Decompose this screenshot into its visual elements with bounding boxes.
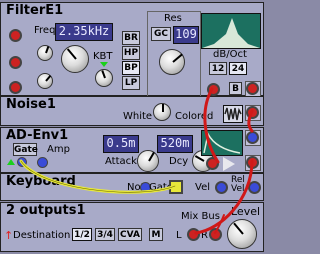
res-label: Res	[164, 13, 182, 24]
left-channel-label: L	[176, 230, 182, 241]
right-channel-label: R	[201, 230, 208, 241]
keyboard-gate-jack[interactable]	[169, 180, 183, 194]
attack-label: Attack	[105, 156, 137, 167]
noise-output-box	[245, 105, 261, 121]
slope-24-button[interactable]: 24	[229, 62, 247, 75]
knob-pointer	[66, 48, 77, 60]
gate-arrow-icon	[7, 159, 15, 165]
adenv-audio-output-box	[245, 155, 261, 171]
noise-color-knob[interactable]	[153, 103, 171, 121]
amp-label: Amp	[47, 144, 70, 155]
level-knob[interactable]	[227, 219, 257, 249]
knob-pointer	[45, 46, 50, 54]
rel-vel-label: Rel Vel	[231, 175, 245, 194]
rel-vel-output-jack[interactable]	[248, 181, 261, 194]
slope-12-button[interactable]: 12	[209, 62, 227, 75]
gate-button[interactable]: Gate	[13, 143, 38, 156]
filter-input-jack-1[interactable]	[9, 29, 22, 42]
attack-display: 0.5m	[103, 135, 139, 153]
amp-input-jack[interactable]	[37, 157, 48, 168]
adenv-module: AD-Env1 Gate Amp 0.5m Attack 520m Dcy	[0, 127, 264, 173]
filter-curve-icon	[202, 18, 260, 48]
vel-label: Vel	[195, 182, 210, 193]
filter-input-jack-2[interactable]	[9, 56, 22, 69]
adenv-audio-input-jack[interactable]	[206, 157, 219, 170]
mix-bus-label: Mix Bus	[181, 211, 220, 222]
noise-title: Noise1	[6, 97, 56, 112]
adenv-audio-output-jack[interactable]	[246, 156, 259, 169]
envelope-curve-icon	[203, 131, 241, 154]
knob-pointer	[233, 222, 244, 235]
mode-hp-button[interactable]: HP	[122, 46, 140, 60]
noise-output-jack[interactable]	[246, 106, 259, 119]
keyboard-title: Keyboard	[6, 174, 76, 189]
attack-knob[interactable]	[137, 150, 159, 172]
mute-button[interactable]: M	[149, 228, 163, 241]
adenv-title: AD-Env1	[6, 128, 69, 143]
freq-label: Freq	[34, 25, 56, 36]
noise-wave-icon	[224, 107, 242, 121]
freq-display: 2.35kHz	[55, 23, 113, 41]
kbt-indicator-icon	[100, 62, 108, 67]
res-knob[interactable]	[159, 49, 185, 75]
mode-bp-button[interactable]: BP	[122, 61, 140, 75]
filter-input-jack-3[interactable]	[9, 81, 22, 94]
adenv-play-icon	[223, 157, 235, 171]
keyboard-module: Keyboard Note Gate Vel Rel Vel	[0, 173, 264, 201]
kbt-label: KBT	[93, 51, 113, 62]
noise-colored-label: Colored	[175, 111, 214, 122]
filter-title: FilterE1	[6, 3, 64, 18]
slope-label: dB/Oct	[213, 49, 247, 60]
freq-mod-knob-2[interactable]	[37, 73, 53, 89]
filter-module: FilterE1 Freq 2.35kHz KBT BR HP BP LP Re…	[0, 2, 264, 97]
filter-output-jack[interactable]	[246, 82, 259, 95]
destination-cva-button[interactable]: CVA	[118, 228, 142, 241]
knob-pointer	[162, 104, 164, 112]
decay-label: Dcy	[169, 156, 189, 167]
knob-pointer	[45, 74, 52, 82]
envelope-graph	[201, 130, 243, 156]
filter-response-graph	[201, 13, 261, 49]
filter-output-jack-a[interactable]	[207, 83, 220, 96]
noise-module: Noise1 White Colored	[0, 96, 264, 126]
adenv-env-output-jack[interactable]	[246, 131, 259, 144]
vel-output-jack[interactable]	[215, 181, 228, 194]
knob-pointer	[172, 53, 183, 63]
knob-pointer	[101, 70, 106, 79]
kbt-knob[interactable]	[95, 69, 113, 87]
right-input-jack[interactable]	[209, 228, 222, 241]
noise-white-label: White	[123, 111, 153, 122]
noise-wave-graph	[223, 105, 243, 123]
filter-output-box	[245, 81, 261, 97]
destination-label: Destination	[13, 230, 71, 241]
decay-display: 520m	[157, 135, 193, 153]
output-b-button[interactable]: B	[229, 82, 242, 95]
destination-34-button[interactable]: 3/4	[95, 228, 115, 241]
level-label: Level	[231, 205, 261, 218]
adenv-output-box	[245, 130, 261, 146]
gate-input-jack[interactable]	[17, 157, 27, 167]
mode-br-button[interactable]: BR	[122, 31, 140, 45]
mode-lp-button[interactable]: LP	[122, 76, 140, 90]
freq-mod-knob-1[interactable]	[37, 45, 53, 61]
gc-button[interactable]: GC	[151, 27, 171, 41]
signal-arrow-icon: ↑	[4, 229, 14, 242]
knob-pointer	[148, 151, 155, 162]
outputs-module: 2 outputs1 ↑ Destination 1/2 3/4 CVA M M…	[0, 202, 264, 252]
outputs-title: 2 outputs1	[6, 203, 86, 218]
res-display: 109	[173, 26, 199, 44]
freq-knob[interactable]	[61, 45, 89, 73]
left-input-jack[interactable]	[187, 228, 200, 241]
destination-12-button[interactable]: 1/2	[72, 228, 92, 241]
